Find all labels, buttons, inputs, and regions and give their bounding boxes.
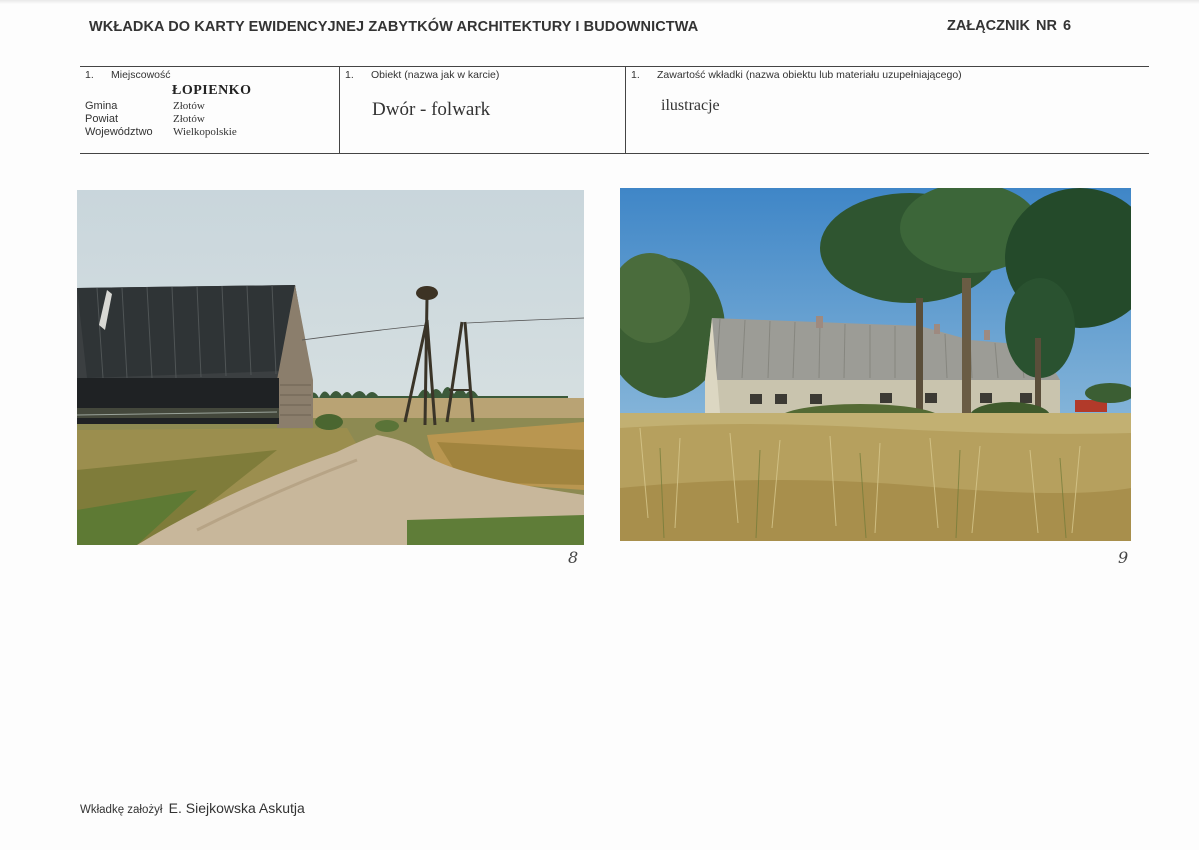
wojewodztwo-label: Województwo bbox=[85, 126, 153, 138]
wojewodztwo-value: Wielkopolskie bbox=[173, 126, 237, 138]
gmina-row: Gmina Złotów bbox=[85, 100, 205, 112]
contents-header: 1. Zawartość wkładki (nazwa obiektu lub m… bbox=[631, 69, 962, 81]
photo-manor-house bbox=[620, 188, 1131, 541]
town-name: ŁOPIENKO bbox=[172, 83, 252, 98]
annex-number: ZAŁĄCZNIK NR 6 bbox=[947, 18, 1072, 34]
object-number: 1. bbox=[345, 69, 354, 81]
location-label: Miejscowość bbox=[111, 69, 171, 81]
author-name: E. Siejkowska Askutja bbox=[168, 800, 305, 816]
photo-number-9: 9 bbox=[1118, 548, 1129, 567]
gmina-label: Gmina bbox=[85, 100, 118, 112]
contents-number: 1. bbox=[631, 69, 640, 81]
author-label: Wkładkę założył bbox=[80, 804, 163, 816]
contents-label: Zawartość wkładki (nazwa obiektu lub mat… bbox=[657, 69, 962, 81]
location-cell: 1. Miejscowość ŁOPIENKO Gmina Złotów Powia… bbox=[80, 67, 339, 153]
info-table: 1. Miejscowość ŁOPIENKO Gmina Złotów Powia… bbox=[80, 66, 1149, 154]
photo-number-8: 8 bbox=[568, 548, 579, 567]
powiat-label: Powiat bbox=[85, 113, 119, 125]
gmina-value: Złotów bbox=[173, 100, 205, 112]
contents-cell: 1. Zawartość wkładki (nazwa obiektu lub m… bbox=[625, 67, 1149, 153]
location-number: 1. bbox=[85, 69, 94, 81]
powiat-value: Złotów bbox=[173, 113, 205, 125]
powiat-row: Powiat Złotów bbox=[85, 113, 205, 125]
object-header: 1. Obiekt (nazwa jak w karcie) bbox=[345, 69, 499, 81]
location-header: 1. Miejscowość bbox=[85, 69, 171, 81]
contents-value: ilustracje bbox=[661, 97, 720, 114]
object-name: Dwór - folwark bbox=[372, 99, 491, 120]
scan-edge bbox=[0, 0, 1199, 4]
object-cell: 1. Obiekt (nazwa jak w karcie) Dwór - fol… bbox=[339, 67, 625, 153]
object-label: Obiekt (nazwa jak w karcie) bbox=[371, 69, 500, 81]
document-title: WKŁADKA DO KARTY EWIDENCYJNEJ ZABYTKÓW A… bbox=[89, 19, 699, 35]
photo-road-barn bbox=[77, 190, 584, 545]
footer: Wkładkę założył E. Siejkowska Askutja bbox=[80, 800, 305, 816]
wojewodztwo-row: Województwo Wielkopolskie bbox=[85, 126, 237, 138]
